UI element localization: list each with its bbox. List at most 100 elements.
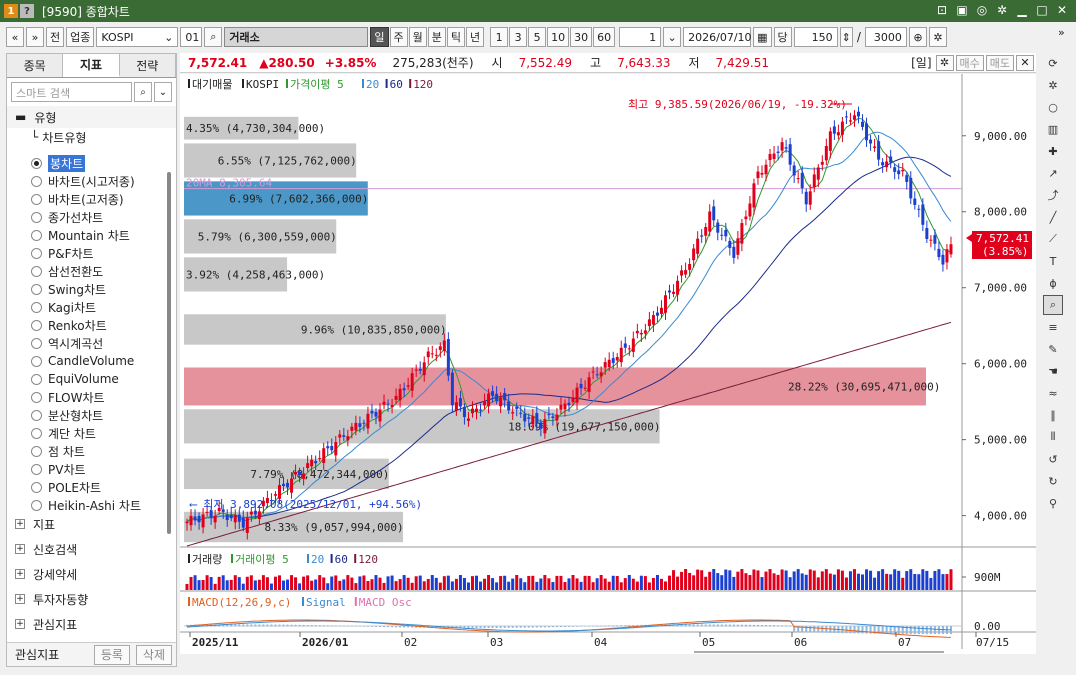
settings-icon[interactable]: ✲ bbox=[994, 2, 1010, 18]
radio-icon[interactable] bbox=[31, 337, 42, 349]
expand-icon[interactable]: + bbox=[15, 544, 25, 554]
radio-icon[interactable] bbox=[31, 427, 42, 439]
gear-icon[interactable]: ✲ bbox=[935, 54, 954, 71]
interval-button[interactable]: 5 bbox=[528, 27, 547, 47]
expand-icon[interactable]: » bbox=[1058, 26, 1065, 39]
minimize-button[interactable]: ▁ bbox=[1014, 2, 1030, 18]
period-button[interactable]: 틱 bbox=[446, 27, 465, 47]
indicator-group[interactable]: + 관심지표 bbox=[7, 612, 176, 636]
redo-icon[interactable]: ↻ bbox=[1043, 471, 1063, 491]
search-icon[interactable]: ⌕ bbox=[134, 82, 152, 102]
hand-icon[interactable]: ☚ bbox=[1043, 361, 1063, 381]
close-button[interactable]: ✕ bbox=[1054, 2, 1070, 18]
search-icon[interactable]: ⚲ bbox=[1043, 493, 1063, 513]
pin-icon[interactable]: ⊡ bbox=[934, 2, 950, 18]
chart-type-item[interactable]: Kagi차트 bbox=[7, 298, 167, 316]
current-button[interactable]: 당 bbox=[773, 27, 792, 47]
chart-type-item[interactable]: 종가선차트 bbox=[7, 208, 167, 226]
text-icon[interactable]: T bbox=[1043, 251, 1063, 271]
settings-icon[interactable]: ✲ bbox=[1043, 75, 1063, 95]
left-tab[interactable]: 종목 bbox=[7, 54, 64, 77]
radio-icon[interactable] bbox=[31, 157, 42, 169]
chart-type-item[interactable]: Mountain 차트 bbox=[7, 226, 167, 244]
radio-icon[interactable] bbox=[31, 265, 42, 277]
chart-type-item[interactable]: 분산형차트 bbox=[7, 406, 167, 424]
trend-icon[interactable]: ⤴ bbox=[1043, 185, 1063, 205]
radio-icon[interactable] bbox=[31, 175, 42, 187]
radio-icon[interactable] bbox=[31, 193, 42, 205]
camera-icon[interactable]: ◎ bbox=[974, 2, 990, 18]
line-icon[interactable]: ╱ bbox=[1043, 207, 1063, 227]
radio-icon[interactable] bbox=[31, 463, 42, 475]
date-input[interactable]: 2026/07/10 bbox=[683, 27, 752, 47]
interval-button[interactable]: 60 bbox=[593, 27, 616, 47]
nav-down-button[interactable]: » bbox=[26, 27, 44, 47]
tree-type-header[interactable]: ▬ 유형 bbox=[7, 106, 176, 128]
interval-button[interactable]: 10 bbox=[547, 27, 570, 47]
delete-button[interactable]: 삭제 bbox=[135, 644, 172, 665]
interval-button[interactable]: 1 bbox=[490, 27, 509, 47]
chart-type-item[interactable]: 계단 차트 bbox=[7, 424, 167, 442]
radio-icon[interactable] bbox=[31, 229, 42, 241]
chart-type-item[interactable]: FLOW차트 bbox=[7, 388, 167, 406]
chart-type-item[interactable]: CandleVolume bbox=[7, 352, 167, 370]
radio-icon[interactable] bbox=[31, 283, 42, 295]
refresh-icon[interactable]: ⟳ bbox=[1043, 53, 1063, 73]
radio-icon[interactable] bbox=[31, 391, 42, 403]
sector-button[interactable]: 업종 bbox=[66, 27, 95, 47]
magnet-icon[interactable]: ≡ bbox=[1043, 317, 1063, 337]
maximize-button[interactable]: □ bbox=[1034, 2, 1050, 18]
chevron-down-icon[interactable]: ⌄ bbox=[663, 27, 682, 47]
radio-icon[interactable] bbox=[31, 355, 42, 367]
radio-icon[interactable] bbox=[31, 301, 42, 313]
radio-icon[interactable] bbox=[31, 499, 42, 511]
radio-icon[interactable] bbox=[31, 445, 42, 457]
total-input[interactable]: 3000 bbox=[864, 27, 907, 47]
period-button[interactable]: 일 bbox=[370, 27, 389, 47]
left-tab[interactable]: 지표 bbox=[63, 54, 120, 77]
register-button[interactable]: 등록 bbox=[93, 644, 130, 665]
radio-icon[interactable] bbox=[31, 409, 42, 421]
chart-type-item[interactable]: Renko차트 bbox=[7, 316, 167, 334]
wave-icon[interactable]: ≈ bbox=[1043, 383, 1063, 403]
auto-line-icon[interactable]: ⟋ bbox=[1043, 229, 1063, 249]
chart-type-item[interactable]: 점 차트 bbox=[7, 442, 167, 460]
chart-type-item[interactable]: 봉차트 bbox=[7, 154, 167, 172]
indicator-group[interactable]: + 신호검색 bbox=[7, 537, 176, 561]
bars-icon[interactable]: ∥ bbox=[1043, 405, 1063, 425]
chart-type-item[interactable]: POLE차트 bbox=[7, 478, 167, 496]
tree-chart-type[interactable]: └ 차트유형 bbox=[7, 128, 176, 146]
chart-area[interactable]: 9,000.00 8,000.00 7,000.00 6,000.00 5,000.00… bbox=[180, 74, 1036, 654]
nav-prev-button[interactable]: « bbox=[6, 27, 24, 47]
indicator-group[interactable]: + 강세약세 bbox=[7, 562, 176, 586]
calendar-icon[interactable]: ▦ bbox=[753, 27, 772, 47]
count-input[interactable]: 150 bbox=[793, 27, 838, 47]
chart-type-item[interactable]: Swing차트 bbox=[7, 280, 167, 298]
symbol-select[interactable]: KOSPI ⌄ bbox=[96, 27, 179, 47]
chart-icon[interactable]: ▥ bbox=[1043, 119, 1063, 139]
period-button[interactable]: 년 bbox=[466, 27, 485, 47]
period-button[interactable]: 주 bbox=[389, 27, 408, 47]
search-icon[interactable]: ⌕ bbox=[204, 27, 223, 47]
zoom-in-icon[interactable]: ⊕ bbox=[908, 27, 927, 47]
count-stepper[interactable]: ⇕ bbox=[839, 27, 853, 47]
crosshair-icon[interactable]: ✚ bbox=[1043, 141, 1063, 161]
chart-type-item[interactable]: P&F차트 bbox=[7, 244, 167, 262]
arrow-line-icon[interactable]: ↗ bbox=[1043, 163, 1063, 183]
chart-type-item[interactable]: 바차트(고저종) bbox=[7, 190, 167, 208]
expand-icon[interactable]: + bbox=[15, 619, 25, 629]
full-button[interactable]: 전 bbox=[46, 27, 65, 47]
smart-search-input[interactable]: 스마트 검색 bbox=[11, 82, 132, 102]
tree-scrollbar[interactable] bbox=[167, 172, 171, 534]
chart-type-item[interactable]: 삼선전환도 bbox=[7, 262, 167, 280]
chart-type-item[interactable]: 바차트(시고저종) bbox=[7, 172, 167, 190]
zoom-icon[interactable]: ⌕ bbox=[1043, 295, 1063, 315]
save-icon[interactable]: ▣ bbox=[954, 2, 970, 18]
chart-type-item[interactable]: 역시계곡선 bbox=[7, 334, 167, 352]
help-button[interactable]: ? bbox=[20, 4, 34, 18]
circle-icon[interactable]: ○ bbox=[1043, 97, 1063, 117]
chart-type-item[interactable]: PV차트 bbox=[7, 460, 167, 478]
expand-icon[interactable]: + bbox=[15, 519, 25, 529]
chart-type-item[interactable]: EquiVolume bbox=[7, 370, 167, 388]
undo-icon[interactable]: ↺ bbox=[1043, 449, 1063, 469]
